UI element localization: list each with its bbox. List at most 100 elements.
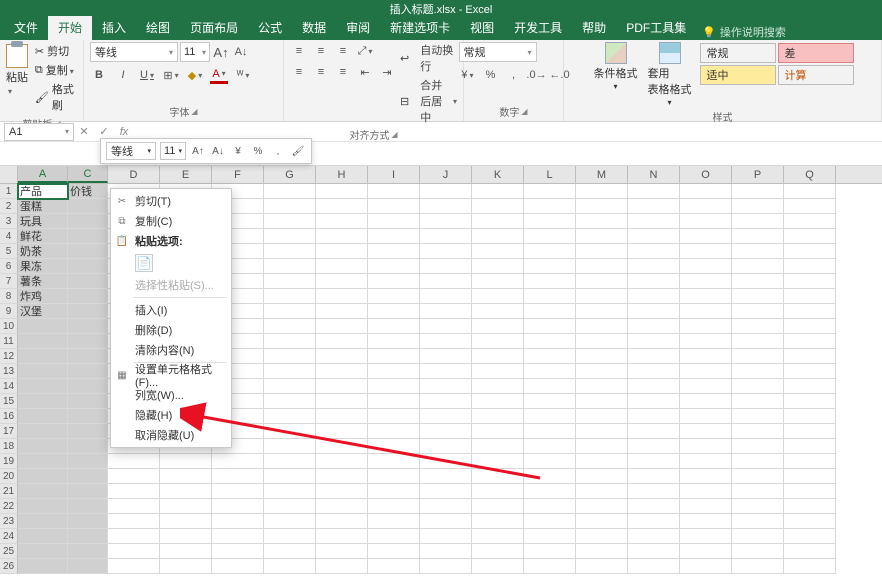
cell[interactable] (68, 559, 108, 574)
tab-help[interactable]: 帮助 (572, 16, 616, 40)
cell[interactable]: 果冻 (18, 259, 68, 274)
col-header-N[interactable]: N (628, 166, 680, 183)
mini-font-name[interactable]: 等线▾ (106, 142, 156, 160)
cell[interactable] (368, 184, 420, 199)
cell[interactable] (472, 514, 524, 529)
cell[interactable] (368, 394, 420, 409)
row-header[interactable]: 3 (0, 214, 18, 229)
cell[interactable] (732, 184, 784, 199)
cell[interactable] (576, 514, 628, 529)
style-calc[interactable]: 计算 (778, 65, 854, 85)
currency-icon[interactable]: ¥ (459, 66, 477, 84)
cell[interactable] (68, 229, 108, 244)
cell[interactable] (472, 199, 524, 214)
cell[interactable] (472, 469, 524, 484)
cell[interactable] (212, 529, 264, 544)
align-bot-icon[interactable]: ≡ (334, 42, 352, 60)
cell[interactable] (576, 319, 628, 334)
cell[interactable] (420, 394, 472, 409)
cell[interactable] (420, 424, 472, 439)
cell[interactable] (628, 454, 680, 469)
cell[interactable] (368, 364, 420, 379)
cell[interactable] (628, 304, 680, 319)
cell[interactable] (784, 304, 836, 319)
cell[interactable] (472, 484, 524, 499)
cell[interactable] (628, 529, 680, 544)
cancel-icon[interactable]: ✕ (74, 125, 94, 138)
cell[interactable] (524, 514, 576, 529)
cell[interactable] (316, 184, 368, 199)
cell[interactable] (680, 319, 732, 334)
cell[interactable] (680, 559, 732, 574)
cell[interactable] (732, 199, 784, 214)
cell[interactable] (68, 424, 108, 439)
cell[interactable] (576, 469, 628, 484)
cell[interactable] (784, 484, 836, 499)
cell[interactable] (368, 559, 420, 574)
font-size-select[interactable]: 11▾ (180, 42, 210, 62)
cell[interactable] (784, 184, 836, 199)
decrease-font-icon[interactable]: A↓ (232, 43, 250, 61)
cell[interactable] (680, 244, 732, 259)
style-normal[interactable]: 常规 (700, 43, 776, 63)
cell[interactable] (264, 499, 316, 514)
col-header-E[interactable]: E (160, 166, 212, 183)
phonetic-button[interactable]: ᵂ (234, 66, 252, 84)
cell[interactable] (680, 349, 732, 364)
row-header[interactable]: 7 (0, 274, 18, 289)
cell[interactable] (784, 499, 836, 514)
cell[interactable] (264, 394, 316, 409)
cell[interactable] (368, 274, 420, 289)
row-header[interactable]: 26 (0, 559, 18, 574)
cell[interactable] (628, 274, 680, 289)
cell[interactable] (628, 349, 680, 364)
cell[interactable] (472, 529, 524, 544)
bold-button[interactable]: B (90, 66, 108, 84)
cell[interactable] (264, 409, 316, 424)
cell[interactable] (68, 349, 108, 364)
cell[interactable] (108, 484, 160, 499)
row-header[interactable]: 1 (0, 184, 18, 199)
cell[interactable] (680, 259, 732, 274)
cell[interactable] (628, 289, 680, 304)
cell[interactable] (68, 364, 108, 379)
row-header[interactable]: 21 (0, 484, 18, 499)
cell[interactable] (576, 289, 628, 304)
cell[interactable] (472, 394, 524, 409)
cell[interactable] (680, 499, 732, 514)
cell[interactable] (18, 454, 68, 469)
cell[interactable] (68, 409, 108, 424)
cell[interactable] (576, 364, 628, 379)
cell[interactable] (680, 529, 732, 544)
row-header[interactable]: 12 (0, 349, 18, 364)
number-format-select[interactable]: 常规▾ (459, 42, 537, 62)
cell[interactable] (524, 199, 576, 214)
cell[interactable] (212, 559, 264, 574)
select-all-corner[interactable] (0, 166, 18, 183)
cell[interactable] (68, 529, 108, 544)
cell[interactable] (420, 214, 472, 229)
cell[interactable] (420, 499, 472, 514)
cell[interactable] (18, 544, 68, 559)
row-header[interactable]: 10 (0, 319, 18, 334)
cell[interactable] (784, 394, 836, 409)
cell[interactable] (264, 484, 316, 499)
cell[interactable] (784, 409, 836, 424)
cell[interactable] (18, 484, 68, 499)
ctx-delete[interactable]: 删除(D) (111, 320, 231, 340)
cell[interactable] (576, 349, 628, 364)
cell[interactable] (264, 259, 316, 274)
cell[interactable] (472, 304, 524, 319)
cell[interactable] (264, 424, 316, 439)
tab-formulas[interactable]: 公式 (248, 16, 292, 40)
mini-inc-font-icon[interactable]: A↑ (190, 143, 206, 159)
cell[interactable] (264, 439, 316, 454)
cell[interactable] (680, 364, 732, 379)
cell[interactable] (420, 319, 472, 334)
cell[interactable] (316, 484, 368, 499)
cell[interactable] (732, 469, 784, 484)
indent-dec-icon[interactable]: ⇤ (356, 63, 374, 81)
cell[interactable] (472, 229, 524, 244)
col-header-L[interactable]: L (524, 166, 576, 183)
ctx-unhide[interactable]: 取消隐藏(U) (111, 425, 231, 445)
